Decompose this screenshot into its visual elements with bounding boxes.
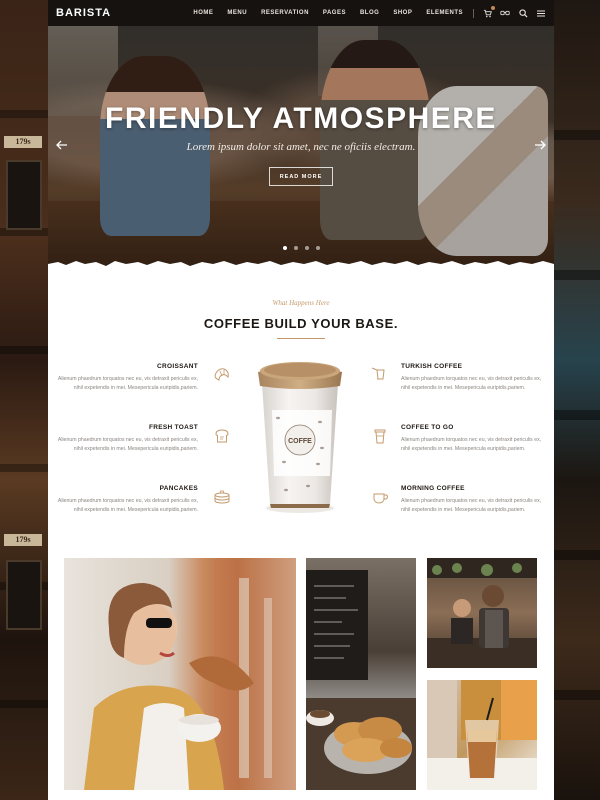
hero-dot[interactable] — [315, 246, 320, 250]
feature-text: Alienum phaedrum torquatos nec eu, vis d… — [401, 498, 542, 513]
feature-text: Alienum phaedrum torquatos nec eu, vis d… — [57, 376, 198, 391]
feature-turkish-coffee: TURKISH COFFEE Alienum phaedrum torquato… — [401, 363, 551, 392]
coffee-to-go-icon — [374, 429, 386, 444]
turkish-coffee-icon — [371, 367, 385, 380]
feature-text: Alienum phaedrum torquatos nec eu, vis d… — [401, 376, 542, 391]
morning-coffee-icon — [373, 493, 389, 504]
hero-next-arrow-icon[interactable] — [533, 138, 547, 152]
gallery-image-woman-croissant[interactable] — [64, 558, 296, 790]
page: BARISTA HOME MENU RESERVATION PAGES BLOG… — [48, 0, 554, 800]
nav-item-blog[interactable]: BLOG — [360, 10, 379, 16]
feature-pancakes: PANCAKES Alienum phaedrum torquatos nec … — [48, 485, 198, 514]
feature-title: FRESH TOAST — [148, 424, 198, 431]
hero-prev-arrow-icon[interactable] — [55, 138, 69, 152]
feature-title: TURKISH COFFEE — [401, 363, 463, 370]
hero-slider: FRIENDLY ATMOSPHERE Lorem ipsum dolor si… — [48, 26, 554, 268]
section-title: COFFEE BUILD YOUR BASE. — [203, 316, 399, 331]
torn-paper-edge — [48, 261, 554, 273]
cup-label: COFFE — [288, 438, 312, 445]
feature-title: COFFEE TO GO — [401, 424, 454, 431]
nav-item-menu[interactable]: MENU — [227, 10, 247, 16]
glasses-icon[interactable] — [500, 8, 510, 18]
background-right-strip — [552, 0, 600, 800]
cart-icon[interactable] — [482, 6, 495, 18]
site-logo[interactable]: BARISTA — [56, 7, 111, 19]
section-kicker: What Happens Here — [272, 299, 330, 307]
feature-text: Alienum phaedrum torquatos nec eu, vis d… — [57, 498, 198, 513]
menu-icon[interactable] — [536, 8, 546, 18]
street-sign: 179s — [4, 534, 42, 546]
croissant-icon — [214, 368, 229, 381]
nav-item-pages[interactable]: PAGES — [323, 10, 346, 16]
background-door — [6, 160, 42, 230]
search-icon[interactable] — [518, 8, 528, 18]
gallery-image-croissants-chalkboard[interactable] — [306, 558, 416, 790]
nav-divider — [473, 8, 474, 18]
gallery-image-iced-coffee[interactable] — [427, 680, 537, 790]
toast-icon — [215, 429, 229, 443]
nav-item-shop[interactable]: SHOP — [393, 10, 412, 16]
feature-croissant: CROISSANT Alienum phaedrum torquatos nec… — [48, 363, 198, 392]
nav-item-reservation[interactable]: RESERVATION — [261, 10, 309, 16]
hero-subtitle: Lorem ipsum dolor sit amet, nec ne ofici… — [186, 141, 416, 153]
background-left-strip: 179s 179s — [0, 0, 48, 800]
hero-pagination — [48, 246, 554, 250]
feature-text: Alienum phaedrum torquatos nec eu, vis d… — [401, 437, 542, 452]
pancakes-icon — [214, 490, 230, 504]
hero-dot[interactable] — [293, 246, 298, 250]
feature-coffee-to-go: COFFEE TO GO Alienum phaedrum torquatos … — [401, 424, 551, 453]
hero-dot[interactable] — [304, 246, 309, 250]
feature-title: PANCAKES — [159, 485, 198, 492]
coffee-cup-image: COFFE — [258, 362, 342, 513]
hero-title: FRIENDLY ATMOSPHERE — [105, 102, 497, 135]
hero-dot[interactable] — [282, 246, 287, 250]
feature-morning-coffee: MORNING COFFEE Alienum phaedrum torquato… — [401, 485, 551, 514]
section-divider — [277, 338, 325, 339]
feature-fresh-toast: FRESH TOAST Alienum phaedrum torquatos n… — [48, 424, 198, 453]
top-navigation-bar: BARISTA HOME MENU RESERVATION PAGES BLOG… — [48, 0, 554, 26]
nav-item-elements[interactable]: ELEMENTS — [426, 10, 463, 16]
feature-title: MORNING COFFEE — [401, 485, 465, 492]
nav-item-home[interactable]: HOME — [193, 10, 213, 16]
feature-text: Alienum phaedrum torquatos nec eu, vis d… — [57, 437, 198, 452]
gallery-image-barista[interactable] — [427, 558, 537, 668]
read-more-button[interactable]: READ MORE — [269, 167, 333, 186]
street-sign: 179s — [4, 136, 42, 148]
background-door — [6, 560, 42, 630]
feature-title: CROISSANT — [157, 363, 198, 370]
main-nav: HOME MENU RESERVATION PAGES BLOG SHOP EL… — [179, 6, 546, 18]
